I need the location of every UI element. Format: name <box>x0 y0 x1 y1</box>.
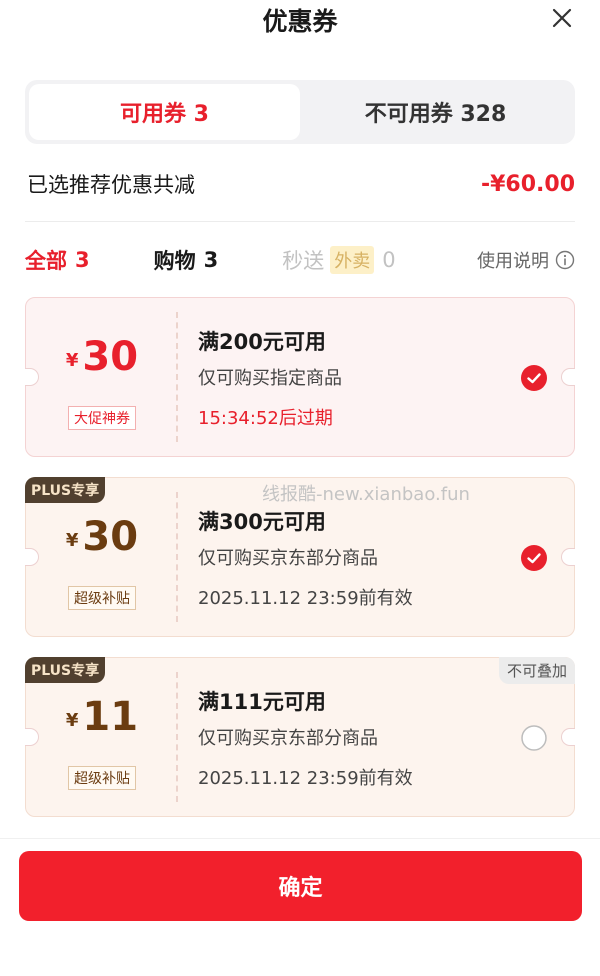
coupon-expiry: 2025.11.12 23:59前有效 <box>198 768 413 789</box>
filter-label: 购物 <box>153 249 196 273</box>
filter-count: 3 <box>203 248 219 272</box>
coupon-condition: 满300元可用 <box>198 510 326 534</box>
coupon-amount: 30 <box>82 514 139 560</box>
coupon-value: ¥11 超级补贴 <box>26 658 178 818</box>
check-icon[interactable] <box>521 545 547 571</box>
coupon-card[interactable]: PLUS专享 不可叠加 ¥11 超级补贴 满111元可用 仅可购买京东部分商品 … <box>25 657 575 817</box>
no-stack-badge: 不可叠加 <box>498 657 575 684</box>
coupon-scope: 仅可购买京东部分商品 <box>198 548 378 569</box>
coupon-value: ¥30 大促神券 <box>26 298 178 458</box>
coupon-notch <box>561 728 575 746</box>
coupon-expiry: 15:34:52后过期 <box>198 408 333 429</box>
coupon-amount: 11 <box>82 694 139 740</box>
filter-count: 3 <box>75 248 90 272</box>
currency-symbol: ¥ <box>65 530 79 551</box>
close-icon[interactable] <box>550 6 574 30</box>
filter-count: 0 <box>382 248 396 272</box>
coupon-details: 满200元可用 仅可购买指定商品 15:34:52后过期 <box>198 326 342 430</box>
filter-label: 全部 <box>25 249 67 273</box>
coupon-card[interactable]: ¥30 大促神券 满200元可用 仅可购买指定商品 15:34:52后过期 <box>25 297 575 457</box>
coupon-scope: 仅可购买指定商品 <box>198 368 342 389</box>
tab-available[interactable]: 可用券 3 <box>29 84 300 140</box>
filter-instant-delivery[interactable]: 秒送 外卖 0 <box>282 245 396 275</box>
coupon-tag: 大促神券 <box>68 406 136 430</box>
filter-shopping[interactable]: 购物 3 <box>154 245 219 275</box>
check-icon[interactable] <box>521 365 547 391</box>
usage-help[interactable]: 使用说明 <box>477 247 575 273</box>
filter-tag: 外卖 <box>330 246 375 274</box>
discount-summary: 已选推荐优惠共减 -¥60.00 <box>27 168 575 200</box>
help-label: 使用说明 <box>477 251 549 272</box>
coupon-tag: 超级补贴 <box>68 766 136 790</box>
coupon-condition: 满111元可用 <box>198 690 326 714</box>
watermark: 线报酷-new.xianbao.fun <box>262 484 470 505</box>
coupon-separator <box>176 312 178 442</box>
coupon-details: 满111元可用 仅可购买京东部分商品 2025.11.12 23:59前有效 <box>198 686 413 790</box>
currency-symbol: ¥ <box>65 710 79 731</box>
filter-label: 秒送 <box>282 249 325 273</box>
coupon-value: ¥30 超级补贴 <box>26 478 178 638</box>
filter-all[interactable]: 全部 3 <box>25 245 90 275</box>
coupon-separator <box>176 672 178 802</box>
coupon-condition: 满200元可用 <box>198 330 326 354</box>
coupon-notch <box>561 548 575 566</box>
tab-unavailable[interactable]: 不可用券 328 <box>300 84 571 140</box>
coupon-tag: 超级补贴 <box>68 586 136 610</box>
coupon-scope: 仅可购买京东部分商品 <box>198 728 378 749</box>
coupon-tabs: 可用券 3 不可用券 328 <box>25 80 575 144</box>
coupon-separator <box>176 492 178 622</box>
unchecked-radio-icon[interactable] <box>521 725 547 751</box>
header: 优惠券 <box>0 0 600 40</box>
divider <box>25 221 575 222</box>
coupon-expiry: 2025.11.12 23:59前有效 <box>198 588 413 609</box>
summary-amount: -¥60.00 <box>480 171 575 197</box>
page-title: 优惠券 <box>262 7 338 36</box>
filter-bar: 全部 3 购物 3 秒送 外卖 0 使用说明 <box>25 240 575 280</box>
coupon-amount: 30 <box>82 334 139 380</box>
confirm-button[interactable]: 确定 <box>19 851 582 921</box>
currency-symbol: ¥ <box>65 350 79 371</box>
coupon-notch <box>561 368 575 386</box>
coupon-details: 满300元可用 仅可购买京东部分商品 2025.11.12 23:59前有效 <box>198 506 413 610</box>
info-icon <box>555 250 575 270</box>
summary-label: 已选推荐优惠共减 <box>27 173 195 197</box>
